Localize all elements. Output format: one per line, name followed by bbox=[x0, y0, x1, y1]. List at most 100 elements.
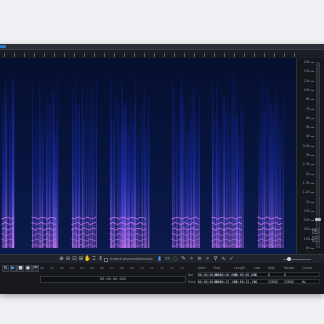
timeline-ruler[interactable]: 00 01 02 03 04 05 06 07 08 09 10 11 12 13 14 bbox=[40, 266, 186, 270]
ruler-tick bbox=[74, 53, 75, 57]
energy-column bbox=[95, 82, 97, 248]
find-similar-tool[interactable]: ⌕ bbox=[204, 256, 211, 263]
checkmark-tool[interactable]: ✓ bbox=[228, 256, 235, 263]
info-header: High bbox=[268, 266, 276, 270]
instant-process-label: Instant process bbox=[110, 257, 136, 261]
frequency-scale[interactable]: + − 20k 15k 12k 10k 8k 7k 6k 5k 4k 3.5k 3k 2.5k 2k 1.… bbox=[296, 58, 324, 254]
frequency-tick bbox=[311, 136, 314, 138]
timeline-label: 05 bbox=[90, 266, 94, 270]
ruler-tick bbox=[294, 53, 295, 57]
frequency-label: 15k bbox=[303, 69, 310, 74]
energy-column bbox=[94, 113, 96, 249]
magic-wand-tool[interactable]: ✧ bbox=[188, 256, 195, 263]
zoom-tool[interactable]: ⚲ bbox=[212, 256, 219, 263]
ruler-tick bbox=[54, 53, 55, 57]
ruler-tick bbox=[124, 53, 125, 57]
stop-button[interactable]: ■ bbox=[17, 265, 24, 272]
ruler-tick bbox=[94, 53, 95, 57]
ruler-tick bbox=[14, 53, 15, 57]
frequency-label: 300 bbox=[303, 227, 310, 232]
energy-column bbox=[198, 96, 200, 248]
energy-column bbox=[33, 116, 35, 248]
frequency-tick bbox=[311, 201, 314, 203]
loop-button[interactable]: ↻ bbox=[2, 265, 9, 272]
ruler-tick bbox=[114, 53, 115, 57]
energy-column bbox=[216, 84, 218, 248]
frequency-label: 1k bbox=[305, 199, 310, 204]
ruler-tick bbox=[234, 53, 235, 57]
frequency-tick bbox=[311, 238, 314, 240]
frequency-tick bbox=[311, 164, 314, 166]
frequency-label: 1.2k bbox=[302, 190, 310, 195]
frequency-tick bbox=[311, 182, 314, 184]
box-select-tool[interactable]: ▭ bbox=[164, 256, 171, 263]
frequency-label: 10k bbox=[303, 87, 310, 92]
frequency-label: 4k bbox=[305, 134, 310, 139]
frequency-tick bbox=[311, 229, 314, 231]
energy-column bbox=[128, 135, 130, 248]
ruler-tick bbox=[274, 53, 275, 57]
energy-column bbox=[146, 125, 148, 248]
lasso-tool[interactable]: ◌ bbox=[172, 256, 179, 263]
energy-column bbox=[6, 100, 8, 248]
info-cell[interactable]: 0 bbox=[268, 273, 270, 277]
info-cell[interactable]: 22050 bbox=[268, 280, 278, 284]
ruler-tick bbox=[104, 53, 105, 57]
energy-column bbox=[10, 109, 12, 248]
gain-tool[interactable]: ∿ bbox=[220, 256, 227, 263]
info-header: Length bbox=[234, 266, 245, 270]
energy-column bbox=[173, 91, 175, 248]
info-cell[interactable]: Hz bbox=[302, 280, 306, 284]
energy-column bbox=[195, 111, 197, 248]
frequency-tick bbox=[311, 89, 314, 91]
harmonic-select-tool[interactable]: ≋ bbox=[196, 256, 203, 263]
ruler-tick bbox=[144, 53, 145, 57]
timeline-label: 02 bbox=[60, 266, 64, 270]
energy-column bbox=[224, 112, 226, 249]
frequency-label: 100 bbox=[303, 236, 310, 241]
brush-size-knob[interactable] bbox=[287, 257, 291, 261]
energy-column bbox=[37, 122, 39, 248]
energy-column bbox=[273, 103, 275, 249]
frequency-tick bbox=[311, 155, 314, 156]
energy-column bbox=[242, 113, 244, 248]
energy-column bbox=[88, 105, 90, 248]
energy-column bbox=[142, 99, 143, 248]
info-row-label: View bbox=[188, 280, 196, 284]
spectrogram-view[interactable] bbox=[0, 58, 296, 254]
info-cell[interactable]: 0 bbox=[254, 273, 256, 277]
frequency-selection-tool[interactable]: ⇕ bbox=[97, 256, 104, 263]
brush-tool[interactable]: ✎ bbox=[180, 256, 187, 263]
energy-column bbox=[7, 115, 9, 249]
energy-column bbox=[114, 97, 115, 248]
energy-column bbox=[281, 121, 283, 248]
ruler-tick bbox=[204, 53, 205, 57]
info-cell[interactable]: 22050 bbox=[284, 280, 294, 284]
energy-column bbox=[140, 133, 142, 248]
energy-column bbox=[34, 135, 36, 248]
timeline-label: 03 bbox=[70, 266, 74, 270]
brush-size-slider[interactable] bbox=[283, 257, 311, 261]
frequency-tick bbox=[311, 192, 314, 194]
info-cell[interactable]: 0 bbox=[284, 273, 286, 277]
energy-column bbox=[266, 84, 268, 248]
select-tool[interactable]: ▮ bbox=[156, 256, 163, 263]
rewind-button[interactable]: ⏮ bbox=[32, 265, 39, 272]
spectrogram-canvas bbox=[0, 58, 296, 254]
view-toolbar: Instant process Attenuate ⊕ ⊖ ⊡ ⊞ ✋ ⌶ ⇕ ▮ ▭ ◌ ✎ ✧ ≋ ⌕… bbox=[0, 254, 324, 263]
frequency-tick bbox=[311, 99, 314, 101]
info-cell[interactable]: 0 bbox=[254, 280, 256, 284]
vertical-zoom-slider[interactable] bbox=[315, 218, 321, 221]
energy-column bbox=[270, 103, 272, 248]
ruler-tick bbox=[184, 53, 185, 57]
energy-column bbox=[132, 121, 134, 248]
energy-column bbox=[213, 120, 215, 248]
record-button[interactable]: ● bbox=[24, 265, 32, 272]
energy-column bbox=[40, 129, 42, 248]
energy-column bbox=[220, 129, 222, 248]
process-mode-dropdown[interactable]: Attenuate bbox=[136, 257, 153, 261]
instant-process-checkbox[interactable] bbox=[104, 257, 108, 262]
play-button[interactable]: ▶ bbox=[9, 265, 17, 272]
ruler-tick bbox=[244, 53, 245, 57]
overview-ruler[interactable] bbox=[0, 50, 296, 63]
